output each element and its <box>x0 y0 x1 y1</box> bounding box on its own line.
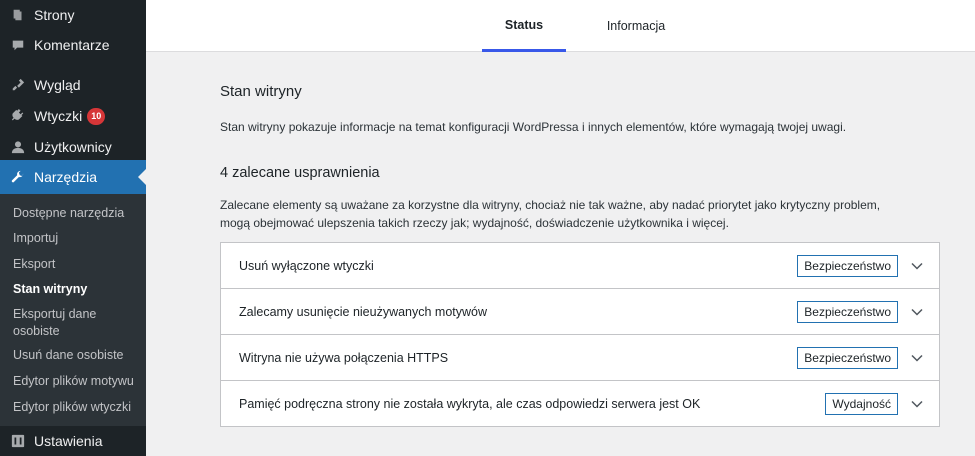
menu-item-tools[interactable]: Narzędzia <box>0 160 146 194</box>
issue-row[interactable]: Usuń wyłączone wtyczki Bezpieczeństwo <box>221 243 939 289</box>
menu-item-label: Wtyczki <box>34 108 83 124</box>
issues-list: Usuń wyłączone wtyczki Bezpieczeństwo Za… <box>220 242 940 427</box>
admin-sidebar: Strony Komentarze Wygląd Wtyczki 10 Użyt… <box>0 0 146 456</box>
issue-title: Zalecamy usunięcie nieużywanych motywów <box>239 304 488 319</box>
menu-item-label: Użytkownicy <box>34 139 112 155</box>
tools-icon <box>11 170 25 184</box>
plugins-update-badge: 10 <box>87 107 106 125</box>
chevron-down-icon[interactable] <box>910 259 924 273</box>
chevron-down-icon[interactable] <box>910 397 924 411</box>
submenu-item-import[interactable]: Importuj <box>13 230 138 247</box>
submenu-item-export-personal-data[interactable]: Eksportuj dane osobiste <box>13 306 113 340</box>
menu-item-label: Ustawienia <box>34 433 103 449</box>
recommended-heading: 4 zalecane usprawnienia <box>220 165 380 181</box>
submenu-item-erase-personal-data[interactable]: Usuń dane osobiste <box>13 347 138 364</box>
issue-category-badge: Bezpieczeństwo <box>797 254 898 277</box>
menu-item-label: Komentarze <box>34 37 110 53</box>
comments-icon <box>11 38 25 52</box>
issue-category-badge: Bezpieczeństwo <box>797 346 898 369</box>
tab-info[interactable]: Informacja <box>594 0 678 52</box>
plugins-icon <box>11 109 25 123</box>
site-health-tabs: Status Informacja <box>146 0 975 52</box>
submenu-item-theme-file-editor[interactable]: Edytor plików motywu <box>13 373 138 390</box>
menu-item-appearance[interactable]: Wygląd <box>0 68 146 102</box>
issue-row[interactable]: Zalecamy usunięcie nieużywanych motywów … <box>221 289 939 335</box>
submenu-item-export[interactable]: Eksport <box>13 256 138 273</box>
chevron-down-icon[interactable] <box>910 351 924 365</box>
pages-icon <box>11 8 25 22</box>
submenu-item-plugin-file-editor[interactable]: Edytor plików wtyczki <box>13 399 138 416</box>
menu-item-label: Narzędzia <box>34 169 98 185</box>
issue-row[interactable]: Pamięć podręczna strony nie została wykr… <box>221 381 939 426</box>
recommended-description: Zalecane elementy są uważane za korzystn… <box>220 198 881 230</box>
issue-title: Witryna nie używa połączenia HTTPS <box>239 350 449 365</box>
settings-icon <box>11 434 25 448</box>
submenu-item-site-health[interactable]: Stan witryny <box>13 281 138 298</box>
submenu-item-available-tools[interactable]: Dostępne narzędzia <box>13 205 138 222</box>
users-icon <box>11 140 25 154</box>
issue-category-badge: Wydajność <box>825 392 898 415</box>
issue-row[interactable]: Witryna nie używa połączenia HTTPS Bezpi… <box>221 335 939 381</box>
menu-item-label: Strony <box>34 7 75 23</box>
page-title: Stan witryny <box>220 83 302 100</box>
page-description: Stan witryny pokazuje informacje na tema… <box>220 120 847 134</box>
menu-item-settings[interactable]: Ustawienia <box>0 424 146 456</box>
menu-item-comments[interactable]: Komentarze <box>0 28 146 62</box>
issue-title: Pamięć podręczna strony nie została wykr… <box>239 396 701 411</box>
tab-status[interactable]: Status <box>482 0 566 52</box>
issue-title: Usuń wyłączone wtyczki <box>239 258 374 273</box>
menu-item-label: Wygląd <box>34 77 81 93</box>
tools-submenu: Dostępne narzędzia Importuj Eksport Stan… <box>0 194 146 426</box>
menu-item-users[interactable]: Użytkownicy <box>0 130 146 164</box>
issue-category-badge: Bezpieczeństwo <box>797 300 898 323</box>
chevron-down-icon[interactable] <box>910 305 924 319</box>
menu-item-plugins[interactable]: Wtyczki 10 <box>0 99 146 133</box>
appearance-icon <box>11 78 25 92</box>
